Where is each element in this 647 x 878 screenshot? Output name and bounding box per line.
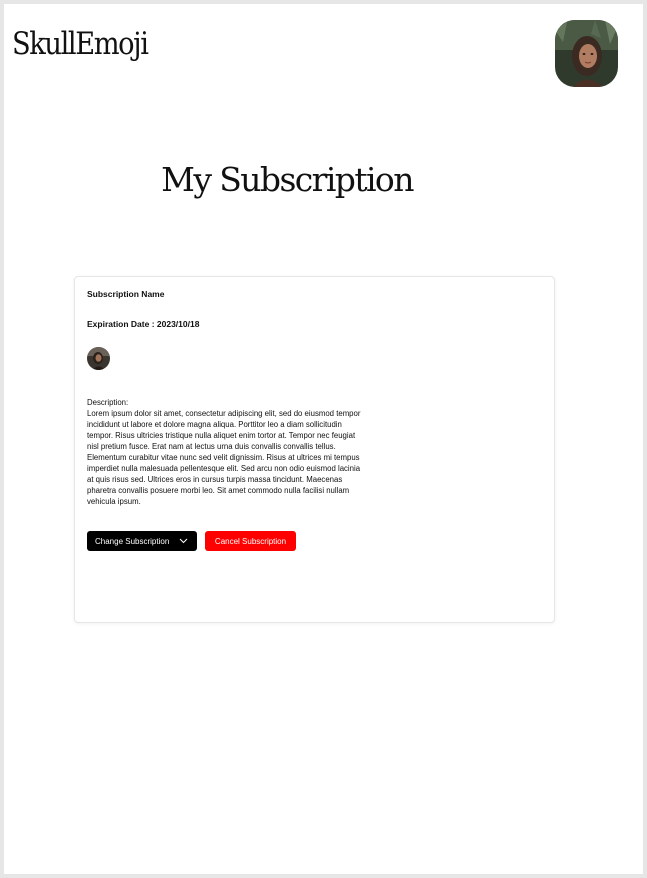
description-text: Lorem ipsum dolor sit amet, consectetur … [87, 409, 361, 507]
cancel-subscription-button[interactable]: Cancel Subscription [205, 531, 296, 551]
user-photo-icon [555, 20, 618, 87]
subscription-thumbnail [87, 347, 110, 370]
change-subscription-label: Change Subscription [95, 536, 170, 546]
subscription-name: Subscription Name [87, 289, 165, 299]
chevron-down-icon [179, 538, 188, 544]
page-title: My Subscription [161, 160, 414, 199]
change-subscription-button[interactable]: Change Subscription [87, 531, 197, 551]
logo[interactable]: SkullEmoji [12, 26, 149, 62]
description: Description: Lorem ipsum dolor sit amet,… [87, 397, 361, 507]
subscription-card: Subscription Name Expiration Date : 2023… [74, 276, 555, 623]
description-label: Description: [87, 398, 129, 407]
page: SkullEmoji My Subscription Subscription … [4, 4, 643, 874]
profile-avatar[interactable] [555, 20, 618, 87]
user-photo-icon [87, 347, 110, 370]
expiration-date: Expiration Date : 2023/10/18 [87, 319, 200, 329]
